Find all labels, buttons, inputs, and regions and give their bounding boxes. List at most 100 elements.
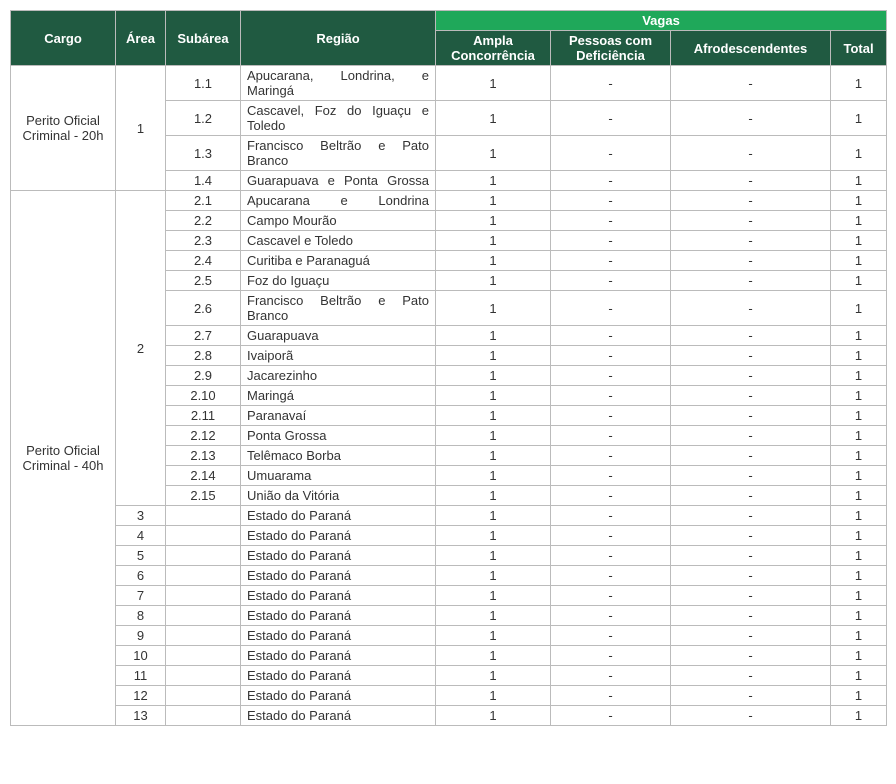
cell-pcd: - [551, 136, 671, 171]
cell-subarea [166, 506, 241, 526]
cell-total: 1 [831, 606, 887, 626]
table-row: 6Estado do Paraná1--1 [11, 566, 887, 586]
cell-ampla: 1 [436, 686, 551, 706]
cell-subarea: 2.1 [166, 191, 241, 211]
cell-area: 7 [116, 586, 166, 606]
cell-afro: - [671, 546, 831, 566]
cell-cargo: Perito Oficial Criminal - 40h [11, 191, 116, 726]
cell-pcd: - [551, 386, 671, 406]
table-row: 11Estado do Paraná1--1 [11, 666, 887, 686]
cell-afro: - [671, 291, 831, 326]
cell-pcd: - [551, 486, 671, 506]
cell-afro: - [671, 506, 831, 526]
table-body: Perito Oficial Criminal - 20h 1 1.1Apucara… [11, 66, 887, 726]
cell-ampla: 1 [436, 346, 551, 366]
cell-regiao: Apucarana, Londrina, e Maringá [241, 66, 436, 101]
cell-afro: - [671, 686, 831, 706]
cell-subarea: 1.1 [166, 66, 241, 101]
cell-subarea: 1.2 [166, 101, 241, 136]
cell-total: 1 [831, 136, 887, 171]
cell-subarea: 2.9 [166, 366, 241, 386]
cell-pcd: - [551, 566, 671, 586]
cell-pcd: - [551, 686, 671, 706]
cell-afro: - [671, 626, 831, 646]
cell-pcd: - [551, 211, 671, 231]
cell-pcd: - [551, 291, 671, 326]
cell-subarea: 2.5 [166, 271, 241, 291]
cell-pcd: - [551, 466, 671, 486]
cell-subarea [166, 646, 241, 666]
cell-pcd: - [551, 251, 671, 271]
cell-afro: - [671, 426, 831, 446]
cell-regiao: Estado do Paraná [241, 686, 436, 706]
cell-regiao: Jacarezinho [241, 366, 436, 386]
cell-regiao: Estado do Paraná [241, 586, 436, 606]
cell-pcd: - [551, 271, 671, 291]
header-regiao: Região [241, 11, 436, 66]
table-header: Cargo Área Subárea Região Vagas Ampla Co… [11, 11, 887, 66]
cell-regiao: Francisco Beltrão e Pato Branco [241, 291, 436, 326]
cell-subarea: 2.12 [166, 426, 241, 446]
cell-regiao: Foz do Iguaçu [241, 271, 436, 291]
cell-ampla: 1 [436, 136, 551, 171]
header-vagas: Vagas [436, 11, 887, 31]
cell-total: 1 [831, 666, 887, 686]
cell-afro: - [671, 406, 831, 426]
cell-ampla: 1 [436, 446, 551, 466]
cell-total: 1 [831, 566, 887, 586]
cell-subarea: 2.6 [166, 291, 241, 326]
cell-pcd: - [551, 426, 671, 446]
header-afro: Afrodescendentes [671, 31, 831, 66]
cell-cargo: Perito Oficial Criminal - 20h [11, 66, 116, 191]
cell-regiao: Campo Mourão [241, 211, 436, 231]
header-cargo: Cargo [11, 11, 116, 66]
cell-total: 1 [831, 586, 887, 606]
cell-area: 6 [116, 566, 166, 586]
table-row: 5Estado do Paraná1--1 [11, 546, 887, 566]
cell-ampla: 1 [436, 486, 551, 506]
cell-ampla: 1 [436, 191, 551, 211]
cell-afro: - [671, 231, 831, 251]
cell-ampla: 1 [436, 366, 551, 386]
cell-total: 1 [831, 251, 887, 271]
cell-afro: - [671, 386, 831, 406]
cell-total: 1 [831, 486, 887, 506]
cell-regiao: Estado do Paraná [241, 666, 436, 686]
cell-subarea [166, 686, 241, 706]
cell-total: 1 [831, 706, 887, 726]
cell-subarea: 2.3 [166, 231, 241, 251]
cell-total: 1 [831, 231, 887, 251]
cell-area: 3 [116, 506, 166, 526]
cell-subarea [166, 586, 241, 606]
cell-ampla: 1 [436, 646, 551, 666]
cell-regiao: Paranavaí [241, 406, 436, 426]
cell-total: 1 [831, 366, 887, 386]
cell-subarea: 2.8 [166, 346, 241, 366]
cell-total: 1 [831, 646, 887, 666]
cell-total: 1 [831, 406, 887, 426]
cell-regiao: Cascavel, Foz do Iguaçu e Toledo [241, 101, 436, 136]
cell-afro: - [671, 366, 831, 386]
cell-afro: - [671, 706, 831, 726]
cell-area: 1 [116, 66, 166, 191]
cell-total: 1 [831, 546, 887, 566]
table-row: 8Estado do Paraná1--1 [11, 606, 887, 626]
cell-regiao: Guarapuava e Ponta Grossa [241, 171, 436, 191]
cell-ampla: 1 [436, 66, 551, 101]
cell-ampla: 1 [436, 466, 551, 486]
cell-pcd: - [551, 626, 671, 646]
cell-pcd: - [551, 66, 671, 101]
table-row: 12Estado do Paraná1--1 [11, 686, 887, 706]
cell-pcd: - [551, 446, 671, 466]
cell-pcd: - [551, 326, 671, 346]
cell-afro: - [671, 586, 831, 606]
cell-area: 12 [116, 686, 166, 706]
cell-afro: - [671, 526, 831, 546]
cell-ampla: 1 [436, 101, 551, 136]
cell-afro: - [671, 466, 831, 486]
cell-total: 1 [831, 291, 887, 326]
cell-ampla: 1 [436, 566, 551, 586]
cell-pcd: - [551, 346, 671, 366]
cell-area: 11 [116, 666, 166, 686]
cell-subarea [166, 666, 241, 686]
